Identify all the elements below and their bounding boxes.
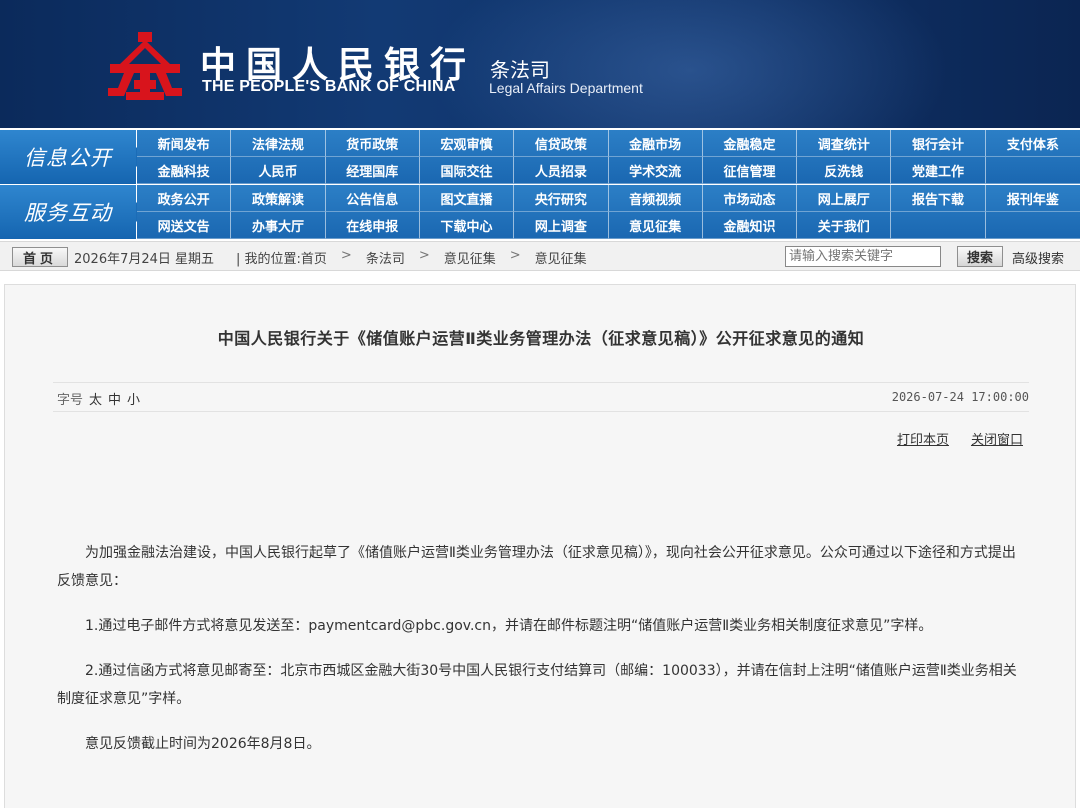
nav-item-row2-3[interactable]: 图文直播: [419, 185, 515, 212]
article-tools: 打印本页 关闭窗口: [897, 429, 1023, 448]
nav-item-row2-17[interactable]: 关于我们: [797, 212, 892, 239]
article-title: 中国人民银行关于《储值账户运营Ⅱ类业务管理办法（征求意见稿）》公开征求意见的通知: [217, 329, 865, 348]
nav-item-row1-19: [985, 157, 1080, 184]
breadcrumb-bar: 首页 2026年7月24日 星期五 | 我的位置:首页 > 条法司 > 意见征集…: [0, 241, 1080, 271]
nav-item-row2-11[interactable]: 办事大厅: [231, 212, 326, 239]
article-body: 为加强金融法治建设，中国人民银行起草了《储值账户运营Ⅱ类业务管理办法（征求意见稿…: [57, 539, 1029, 775]
nav-item-row1-2[interactable]: 货币政策: [325, 130, 420, 157]
current-date: 2026年7月24日 星期五: [74, 252, 215, 267]
nav-item-row1-14[interactable]: 人员招录: [514, 157, 609, 184]
nav-item-row2-2[interactable]: 公告信息: [325, 185, 420, 212]
site-banner: 中国人民银行 THE PEOPLE'S BANK OF CHINA 条法司 Le…: [0, 0, 1080, 128]
pbc-emblem-icon: [108, 32, 182, 100]
nav-item-row2-14[interactable]: 网上调查: [514, 212, 609, 239]
nav-item-row1-3[interactable]: 宏观审慎: [419, 130, 515, 157]
nav-item-row1-7[interactable]: 调查统计: [797, 130, 892, 157]
font-size-large[interactable]: 太: [89, 389, 102, 408]
department-name-cn: 条法司: [490, 58, 550, 82]
breadcrumb-item-department[interactable]: 条法司: [366, 248, 405, 267]
nav-item-row1-16[interactable]: 征信管理: [702, 157, 798, 184]
nav-item-row2-0[interactable]: 政务公开: [137, 185, 232, 212]
nav-item-row1-8[interactable]: 银行会计: [891, 130, 986, 157]
article-paragraph: 意见反馈截止时间为2026年8月8日。: [85, 736, 321, 752]
search-button[interactable]: 搜索: [957, 246, 1003, 267]
breadcrumb-separator: >: [340, 248, 352, 263]
breadcrumb-separator: >: [418, 248, 430, 263]
nav-row-info: 信息公开 新闻发布 法律法规 货币政策 宏观审慎 信贷政策 金融市场 金融稳定 调查统计 银行会…: [0, 130, 1080, 186]
nav-item-row1-1[interactable]: 法律法规: [231, 130, 326, 157]
article-paragraph: 为加强金融法治建设，中国人民银行起草了《储值账户运营Ⅱ类业务管理办法（征求意见稿…: [57, 545, 1016, 589]
nav-item-row1-12[interactable]: 经理国库: [325, 157, 420, 184]
nav-item-row1-6[interactable]: 金融稳定: [702, 130, 798, 157]
font-size-label: 字号: [57, 393, 84, 408]
nav-row-service: 服务互动 政务公开 政策解读 公告信息 图文直播 央行研究 音频视频 市场动态 网上展厅 报告下…: [0, 185, 1080, 241]
advanced-search-link[interactable]: 高级搜索: [1012, 248, 1064, 267]
nav-item-row1-13[interactable]: 国际交往: [419, 157, 515, 184]
nav-item-row2-10[interactable]: 网送文告: [137, 212, 232, 239]
logo-en-text: THE PEOPLE'S BANK OF CHINA: [202, 78, 456, 95]
nav-item-row1-4[interactable]: 信贷政策: [514, 130, 609, 157]
close-window-link[interactable]: 关闭窗口: [971, 429, 1023, 448]
nav-item-row1-18[interactable]: 党建工作: [891, 157, 986, 184]
nav-item-row1-9[interactable]: 支付体系: [985, 130, 1080, 157]
publish-time: 2026-07-24 17:00:00: [891, 390, 1029, 404]
nav-item-row1-11[interactable]: 人民币: [231, 157, 326, 184]
nav-item-row2-9[interactable]: 报刊年鉴: [985, 185, 1080, 212]
font-size-small[interactable]: 小: [127, 389, 140, 408]
nav-category-service[interactable]: 服务互动: [0, 185, 146, 239]
nav-item-row1-0[interactable]: 新闻发布: [137, 130, 232, 157]
nav-item-row2-13[interactable]: 下载中心: [419, 212, 515, 239]
breadcrumb-item-current[interactable]: 意见征集: [535, 248, 587, 267]
nav-item-row2-1[interactable]: 政策解读: [231, 185, 326, 212]
print-page-link[interactable]: 打印本页: [897, 429, 949, 448]
nav-item-row2-7[interactable]: 网上展厅: [797, 185, 892, 212]
nav-item-row1-5[interactable]: 金融市场: [608, 130, 703, 157]
nav-category-info[interactable]: 信息公开: [0, 130, 146, 184]
nav-item-row2-6[interactable]: 市场动态: [702, 185, 798, 212]
nav-item-row2-16[interactable]: 金融知识: [702, 212, 798, 239]
nav-item-row2-18: [891, 212, 986, 239]
article-paragraph: 2.通过信函方式将意见邮寄至：北京市西城区金融大街30号中国人民银行支付结算司（…: [57, 663, 1017, 707]
nav-grid-info: 新闻发布 法律法规 货币政策 宏观审慎 信贷政策 金融市场 金融稳定 调查统计 银行会计 支付体系…: [137, 130, 1080, 184]
nav-item-row2-15[interactable]: 意见征集: [608, 212, 703, 239]
nav-item-row2-5[interactable]: 音频视频: [608, 185, 703, 212]
font-size-medium[interactable]: 中: [108, 389, 121, 408]
font-size-control: 字号 太 中 小: [57, 389, 140, 408]
breadcrumb-separator: >: [509, 248, 521, 263]
nav-item-row2-8[interactable]: 报告下载: [891, 185, 986, 212]
search-input[interactable]: [785, 246, 941, 267]
breadcrumb-item-feedback[interactable]: 意见征集: [444, 248, 496, 267]
main-navigation: 信息公开 新闻发布 法律法规 货币政策 宏观审慎 信贷政策 金融市场 金融稳定 调查统计 银行会…: [0, 128, 1080, 240]
nav-item-row2-19: [985, 212, 1080, 239]
breadcrumb: | 我的位置:首页 > 条法司 > 意见征集 > 意见征集: [236, 248, 587, 267]
nav-item-row2-12[interactable]: 在线申报: [325, 212, 420, 239]
nav-item-row2-4[interactable]: 央行研究: [514, 185, 609, 212]
home-button[interactable]: 首页: [12, 247, 68, 267]
article-paragraph: 1.通过电子邮件方式将意见发送至：paymentcard@pbc.gov.cn，…: [85, 618, 933, 634]
nav-item-row1-10[interactable]: 金融科技: [137, 157, 232, 184]
nav-item-row1-15[interactable]: 学术交流: [608, 157, 703, 184]
article-container: 中国人民银行关于《储值账户运营Ⅱ类业务管理办法（征求意见稿）》公开征求意见的通知…: [4, 284, 1076, 808]
article-meta-bar: 字号 太 中 小 2026-07-24 17:00:00: [53, 382, 1029, 412]
nav-item-row1-17[interactable]: 反洗钱: [797, 157, 892, 184]
nav-grid-service: 政务公开 政策解读 公告信息 图文直播 央行研究 音频视频 市场动态 网上展厅 报告下载 报刊年鉴…: [137, 185, 1080, 239]
breadcrumb-location-label[interactable]: | 我的位置:首页: [236, 248, 327, 267]
department-name-en: Legal Affairs Department: [489, 80, 643, 96]
